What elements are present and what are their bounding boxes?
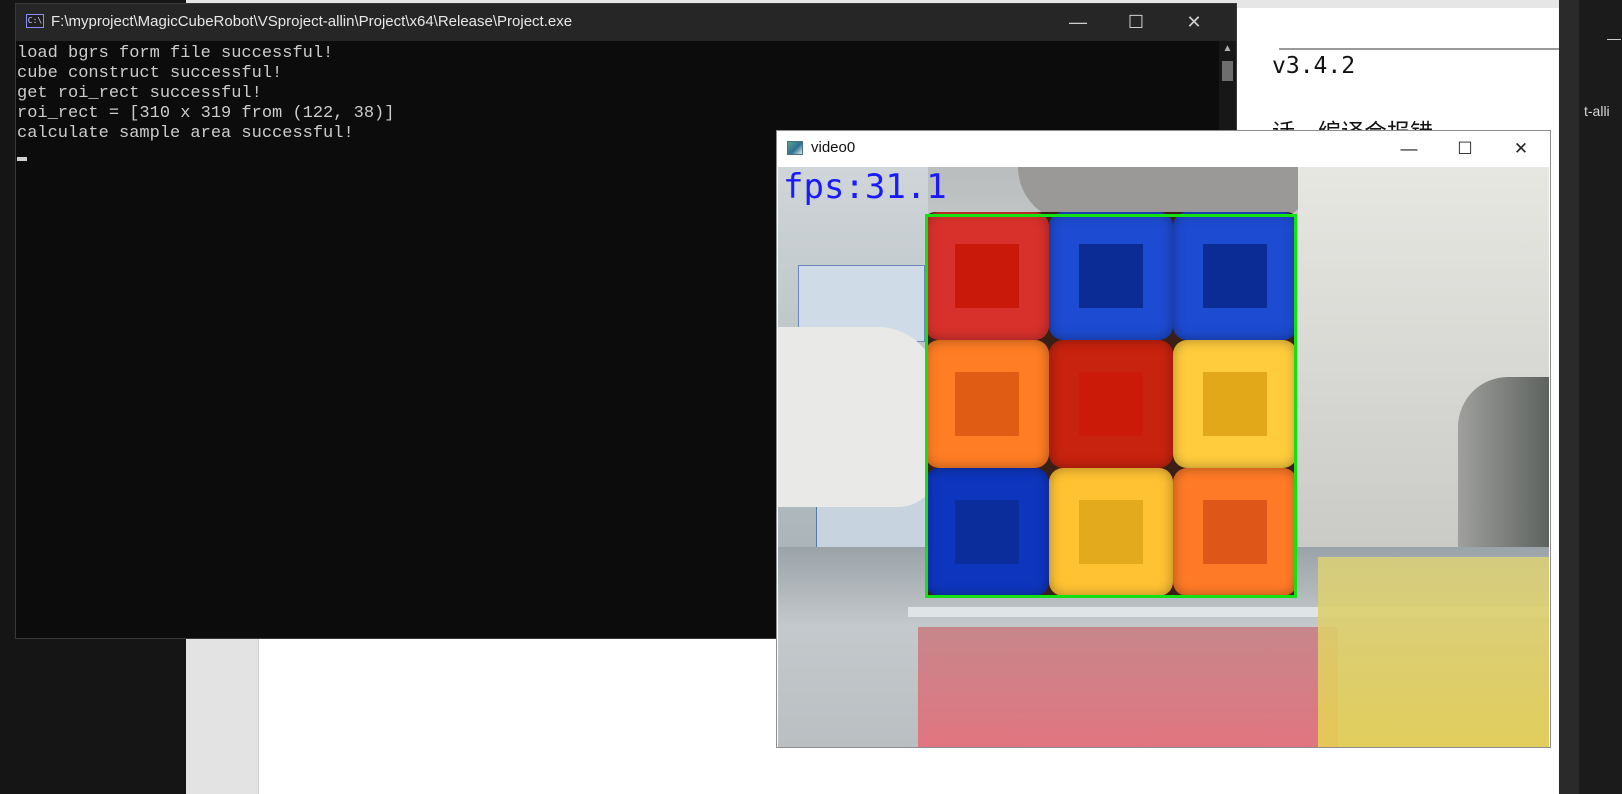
scene-yellow-box: [1318, 557, 1549, 747]
side-panel-minimize-icon[interactable]: —: [1607, 30, 1621, 46]
scene-arm: [778, 327, 938, 507]
video-window: video0 — ☐ ✕ fps:31.1: [776, 130, 1551, 748]
video-title: video0: [811, 139, 856, 156]
console-line: roi_rect = [310 x 319 from (122, 38)]: [17, 104, 395, 123]
console-cursor: [17, 157, 27, 161]
roi-rectangle: [925, 214, 1297, 598]
console-line: load bgrs form file successful!: [17, 44, 334, 63]
console-line: get roi_rect successful!: [17, 84, 262, 103]
video-frame: fps:31.1: [778, 167, 1549, 747]
side-panel-divider[interactable]: [1559, 0, 1579, 794]
console-maximize-button[interactable]: ☐: [1107, 4, 1165, 41]
video-app-icon: [787, 141, 803, 155]
console-close-button[interactable]: ✕: [1165, 4, 1223, 41]
video-minimize-button[interactable]: —: [1381, 131, 1437, 166]
console-app-icon: C:\: [26, 14, 44, 28]
video-titlebar[interactable]: video0 — ☐ ✕: [777, 131, 1550, 166]
fps-label: fps:31.1: [783, 167, 947, 207]
video-maximize-button[interactable]: ☐: [1437, 131, 1493, 166]
console-titlebar[interactable]: C:\ F:\myproject\MagicCubeRobot\VSprojec…: [16, 4, 1236, 41]
video-close-button[interactable]: ✕: [1493, 131, 1549, 166]
side-panel-tab-label[interactable]: t-alli: [1584, 103, 1610, 119]
scene-red-box: [918, 627, 1338, 747]
scroll-thumb[interactable]: [1222, 61, 1233, 81]
console-line: cube construct successful!: [17, 64, 283, 83]
scene-shirt-shadow: [1458, 377, 1549, 547]
console-minimize-button[interactable]: —: [1049, 4, 1107, 41]
console-title: F:\myproject\MagicCubeRobot\VSproject-al…: [51, 13, 573, 30]
scroll-up-icon[interactable]: ▲: [1219, 41, 1236, 57]
editor-text-version: v3.4.2: [1272, 53, 1356, 79]
